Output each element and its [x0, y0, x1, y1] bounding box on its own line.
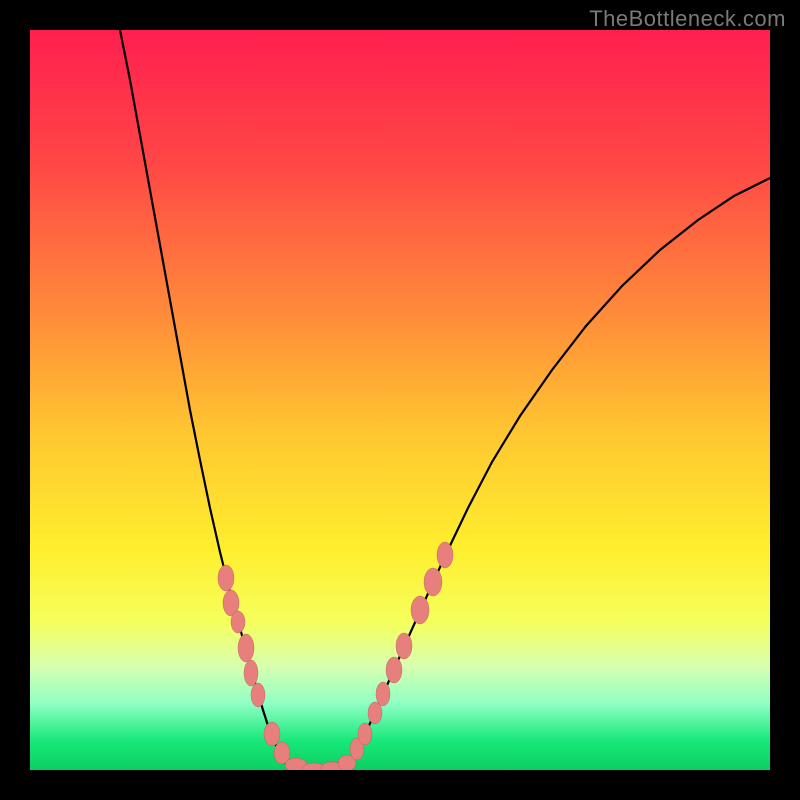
watermark-text: TheBottleneck.com — [589, 6, 786, 32]
bead-point — [358, 723, 372, 745]
bead-point — [376, 682, 390, 706]
bead-point — [251, 683, 265, 707]
curve-layer — [30, 30, 770, 770]
bead-point — [396, 633, 412, 659]
bead-point — [411, 596, 429, 624]
bead-point — [424, 568, 442, 596]
beads-group — [218, 542, 453, 770]
plot-area — [30, 30, 770, 770]
bead-point — [231, 611, 245, 633]
bead-point — [368, 702, 382, 724]
bottleneck-curve — [120, 30, 770, 770]
bead-point — [437, 542, 453, 568]
bead-point — [244, 660, 258, 686]
chart-stage: TheBottleneck.com — [0, 0, 800, 800]
bead-point — [386, 657, 402, 683]
bead-point — [238, 634, 254, 662]
bead-point — [218, 565, 234, 591]
bead-point — [264, 722, 280, 746]
